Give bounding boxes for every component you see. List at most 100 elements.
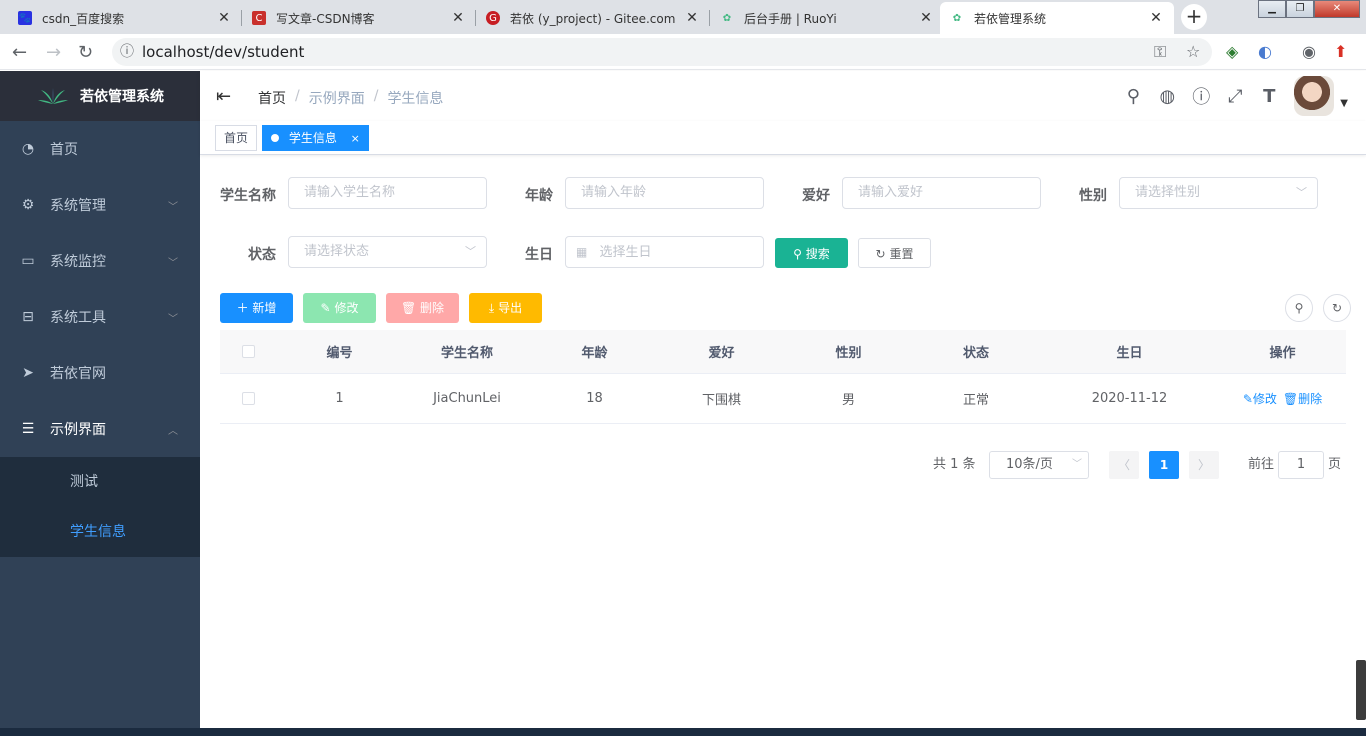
help-icon[interactable]: ⓘ	[1184, 83, 1218, 109]
monitor-icon: ▭	[21, 253, 35, 269]
download-icon: ⤓	[488, 301, 495, 315]
column-header: 生日	[1116, 346, 1143, 361]
row-checkbox[interactable]	[241, 392, 255, 405]
breadcrumb: 首页 / 示例界面 / 学生信息	[258, 88, 444, 108]
browser-tab[interactable]: G 若依 (y_project) - Gitee.com ✕	[476, 2, 710, 34]
sidebar-item-label: 若依官网	[50, 366, 106, 382]
cell-age: 18	[586, 391, 603, 406]
add-button[interactable]: ＋ 新增	[220, 293, 293, 323]
close-tab-icon[interactable]: ✕	[450, 10, 466, 26]
minimize-button[interactable]: ▁	[1258, 0, 1286, 18]
baidu-icon: 🐾	[18, 11, 32, 25]
toggle-search-button[interactable]: ⚲	[1285, 294, 1313, 322]
browser-tab[interactable]: 🐾 csdn_百度搜索 ✕	[8, 2, 242, 34]
goto-label: 前往	[1248, 457, 1275, 472]
search-icon[interactable]: ⚲	[1116, 86, 1150, 107]
status-label: 状态	[248, 247, 276, 263]
close-tab-icon[interactable]: ✕	[1148, 10, 1164, 26]
browser-tab-title: 写文章-CSDN博客	[276, 11, 375, 26]
select-all-checkbox[interactable]	[241, 345, 255, 358]
age-label: 年龄	[525, 188, 553, 204]
close-tab-icon[interactable]: ✕	[918, 10, 934, 26]
github-icon[interactable]: ◍	[1150, 86, 1184, 107]
scrollbar[interactable]	[1356, 660, 1366, 720]
font-size-icon[interactable]: T	[1252, 86, 1286, 107]
reload-icon[interactable]: ↻	[78, 42, 93, 63]
sidebar-item-monitor[interactable]: ▭ 系统监控 ﹀	[0, 233, 200, 289]
hobby-input[interactable]: 请输入爱好	[842, 177, 1041, 209]
delete-button[interactable]: 🗑 删除	[386, 293, 459, 323]
caret-down-icon[interactable]: ▼	[1340, 98, 1348, 109]
update-icon[interactable]: ⬆	[1334, 42, 1347, 61]
hamburger-icon[interactable]: ⇤	[216, 86, 231, 107]
breadcrumb-item-home[interactable]: 首页	[258, 88, 286, 108]
back-icon[interactable]: ←	[12, 42, 27, 63]
key-icon[interactable]: ⚿	[1154, 42, 1166, 62]
avatar[interactable]	[1294, 76, 1335, 116]
sidebar-item-website[interactable]: ➤ 若依官网	[0, 345, 200, 401]
age-input[interactable]: 请输入年龄	[565, 177, 764, 209]
browser-tab-active[interactable]: ✿ 若依管理系统 ✕	[940, 2, 1174, 34]
toolbox-icon: ⊟	[22, 309, 34, 325]
sidebar-subitem-student-info[interactable]: 学生信息	[0, 507, 200, 557]
row-delete-link[interactable]: 🗑删除	[1283, 392, 1322, 406]
student-name-input[interactable]: 请输入学生名称	[288, 177, 487, 209]
tag-student-info[interactable]: 学生信息 ×	[262, 125, 369, 151]
sidebar-item-system[interactable]: ⚙ 系统管理 ﹀	[0, 177, 200, 233]
goto-page-input[interactable]: 1	[1278, 451, 1324, 479]
profile-icon[interactable]: ◉	[1302, 42, 1316, 61]
forward-icon[interactable]: →	[46, 42, 61, 63]
column-header: 爱好	[708, 346, 735, 361]
close-tag-icon[interactable]: ×	[351, 132, 360, 145]
export-button[interactable]: ⤓ 导出	[469, 293, 542, 323]
chevron-left-icon: 〈	[1117, 458, 1130, 472]
chevron-down-icon: ﹀	[1296, 186, 1307, 199]
sidebar-item-label: 系统监控	[50, 254, 106, 270]
sidebar-item-tools[interactable]: ⊟ 系统工具 ﹀	[0, 289, 200, 345]
tag-home[interactable]: 首页	[215, 125, 258, 151]
hobby-label: 爱好	[802, 188, 830, 204]
navbar-right: ⚲ ◍ ⓘ ⤢ T ▼	[1116, 71, 1366, 121]
button-label: 新增	[252, 301, 277, 315]
cell-hobby: 下围棋	[701, 393, 741, 408]
browser-tab-bar: 🐾 csdn_百度搜索 ✕ C 写文章-CSDN博客 ✕ G 若依 (y_pro…	[0, 0, 1366, 34]
page-number-button[interactable]: 1	[1149, 451, 1179, 479]
url-field[interactable]: ⓘ localhost/dev/student	[112, 38, 1212, 66]
prev-page-button[interactable]: 〈	[1109, 451, 1139, 479]
row-edit-link[interactable]: ✎修改	[1243, 392, 1277, 406]
close-tab-icon[interactable]: ✕	[684, 10, 700, 26]
star-icon[interactable]: ☆	[1186, 42, 1200, 61]
gear-icon: ⚙	[21, 197, 35, 213]
sidebar-subitem-test[interactable]: 测试	[0, 457, 200, 507]
birthday-datepicker[interactable]: ▦ 选择生日	[565, 236, 764, 268]
address-bar: ← → ↻ ⓘ localhost/dev/student ⚿ ☆ ◈ ◐ ◉ …	[0, 34, 1366, 70]
sidebar-item-home[interactable]: ◔ 首页	[0, 121, 200, 177]
edit-icon: ✎	[1242, 392, 1253, 406]
refresh-button[interactable]: ↻	[1323, 294, 1351, 322]
page-size-select[interactable]: 10条/页 ﹀	[989, 451, 1089, 479]
link-label: 删除	[1298, 392, 1323, 406]
site-info-icon[interactable]: ⓘ	[120, 38, 134, 66]
close-tab-icon[interactable]: ✕	[216, 10, 232, 26]
edit-button[interactable]: ✎ 修改	[303, 293, 376, 323]
status-select[interactable]: 请选择状态 ﹀	[288, 236, 487, 268]
button-label: 重置	[889, 247, 914, 261]
extension-icon[interactable]: ◐	[1258, 42, 1272, 61]
extension-icon[interactable]: ◈	[1226, 42, 1238, 61]
sidebar-item-examples[interactable]: ☰ 示例界面 ︿	[0, 401, 200, 457]
maximize-button[interactable]: ❐	[1286, 0, 1314, 18]
next-page-button[interactable]: 〉	[1189, 451, 1219, 479]
submenu-examples: 测试 学生信息	[0, 457, 200, 557]
fullscreen-icon[interactable]: ⤢	[1218, 86, 1252, 107]
search-icon: ⚲	[1294, 301, 1304, 315]
send-icon: ➤	[22, 365, 34, 381]
dashboard-icon: ◔	[21, 141, 35, 157]
browser-tab[interactable]: ✿ 后台手册 | RuoYi ✕	[710, 2, 944, 34]
gender-select[interactable]: 请选择性别 ﹀	[1119, 177, 1318, 209]
new-tab-button[interactable]: +	[1181, 4, 1207, 30]
window-close-button[interactable]: ✕	[1314, 0, 1360, 18]
search-button[interactable]: ⚲ 搜索	[775, 238, 848, 268]
reset-button[interactable]: ↻ 重置	[858, 238, 931, 268]
browser-tab[interactable]: C 写文章-CSDN博客 ✕	[242, 2, 476, 34]
breadcrumb-item: 示例界面	[308, 91, 365, 107]
